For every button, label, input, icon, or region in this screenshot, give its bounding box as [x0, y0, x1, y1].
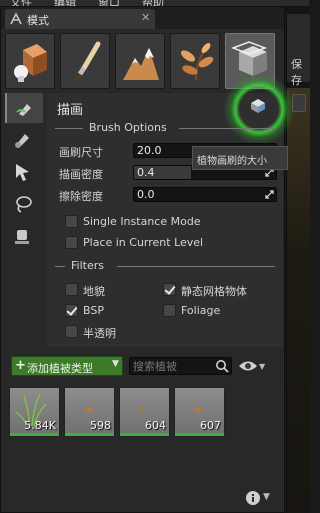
tooltip-text: 植物画刷的大小: [197, 156, 267, 167]
tool-reapply[interactable]: [5, 125, 43, 155]
foliage-item[interactable]: 607: [174, 387, 225, 437]
filter-landscape-label: 地貌: [83, 285, 105, 298]
viewport[interactable]: [287, 88, 310, 513]
foliage-item[interactable]: 5.84K: [9, 387, 60, 437]
place-in-level-label: Place in Current Level: [83, 236, 204, 249]
panel-title: 描画: [57, 103, 84, 118]
brush-options-label: Brush Options: [89, 121, 167, 134]
filter-bsp-label: BSP: [83, 304, 104, 317]
save-button-label[interactable]: 保存: [291, 56, 309, 88]
filter-translucent-checkbox[interactable]: [65, 325, 78, 338]
add-foliage-type-button[interactable]: + 添加植被类型 ▼: [11, 356, 123, 376]
mode-landscape[interactable]: [115, 33, 165, 89]
foliage-item[interactable]: 598: [64, 387, 115, 437]
brush-size-tooltip: 植物画刷的大小: [192, 146, 288, 170]
place-mode-icon: [14, 44, 47, 82]
paintbrush-icon: [72, 41, 101, 82]
paint-density-value: 0.4: [137, 166, 155, 179]
tool-lasso[interactable]: [5, 189, 43, 219]
erase-density-field[interactable]: 0.0: [133, 187, 277, 202]
filter-translucent-label: 半透明: [83, 327, 116, 340]
tool-select[interactable]: [5, 157, 43, 187]
single-instance-checkbox[interactable]: [65, 215, 78, 228]
modes-tab-icon: [9, 12, 23, 26]
filters-label: Filters: [71, 259, 104, 272]
foliage-tool-column: [5, 93, 43, 263]
place-in-level-checkbox[interactable]: [65, 236, 78, 249]
erase-density-label: 擦除密度: [59, 190, 103, 203]
landscape-mountain-icon: [123, 48, 159, 80]
tab-modes[interactable]: 模式 ✕: [5, 9, 155, 29]
filter-static-mesh-label: 静态网格物体: [181, 285, 247, 298]
foliage-count: 607: [200, 419, 221, 432]
plus-icon: +: [15, 358, 26, 373]
resize-arrow-icon: [265, 190, 274, 199]
filter-bsp-checkbox[interactable]: [65, 304, 78, 317]
tab-bar: 模式 ✕: [1, 7, 284, 29]
add-foliage-type-label: 添加植被类型: [27, 362, 93, 375]
erase-density-value: 0.0: [137, 188, 155, 201]
foliage-search-input[interactable]: [133, 359, 211, 373]
foliage-count: 604: [145, 419, 166, 432]
active-bar: [65, 433, 114, 436]
foliage-search: [129, 357, 232, 375]
active-bar: [10, 433, 59, 436]
mode-foliage[interactable]: [170, 33, 220, 89]
active-bar: [120, 433, 169, 436]
tool-paint[interactable]: [5, 93, 43, 123]
mode-place[interactable]: [5, 33, 55, 89]
paint-density-label: 描画密度: [59, 168, 103, 181]
fill-bucket-icon: [15, 230, 29, 244]
mode-info-icon[interactable]: [249, 98, 267, 114]
view-options-arrow-icon[interactable]: ▼: [259, 362, 265, 371]
brush-size-value: 20.0: [137, 144, 162, 157]
paint-settings: 描画 Brush Options 画刷尺寸 20.0 描画密度 0.4 擦除密度…: [47, 73, 295, 347]
info-icon[interactable]: [245, 490, 261, 506]
foliage-item[interactable]: 604: [119, 387, 170, 437]
filter-foliage-checkbox[interactable]: [163, 304, 176, 317]
dropdown-arrow-icon: ▼: [112, 359, 119, 369]
options-arrow-icon[interactable]: ▼: [263, 492, 270, 502]
single-instance-label: Single Instance Mode: [83, 215, 201, 228]
foliage-count: 598: [90, 419, 111, 432]
paint-tool-icon: [16, 104, 31, 116]
filter-landscape-checkbox[interactable]: [65, 283, 78, 296]
brush-size-label: 画刷尺寸: [59, 146, 103, 159]
eye-icon[interactable]: [238, 360, 258, 372]
filter-foliage-label: Foliage: [181, 304, 221, 317]
filter-static-mesh-checkbox[interactable]: [163, 283, 176, 296]
mode-paint[interactable]: [60, 33, 110, 89]
filters-header: Filters: [55, 259, 277, 273]
foliage-count: 5.84K: [24, 419, 56, 432]
modes-panel: 模式 ✕ 描画 Brush Options 画刷尺寸 20.0 描画密度 0.4…: [0, 6, 295, 513]
tool-fill[interactable]: [5, 221, 43, 251]
tab-label: 模式: [27, 14, 49, 27]
lasso-icon: [16, 196, 32, 213]
foliage-leaf-icon: [181, 43, 214, 81]
close-icon[interactable]: ✕: [141, 11, 150, 24]
brush-options-header: Brush Options: [55, 121, 277, 135]
search-icon[interactable]: [215, 359, 229, 373]
reapply-tool-icon: [15, 134, 29, 148]
level-editor-strip: 保存: [286, 6, 310, 513]
select-arrow-icon: [16, 164, 29, 181]
active-bar: [175, 433, 224, 436]
